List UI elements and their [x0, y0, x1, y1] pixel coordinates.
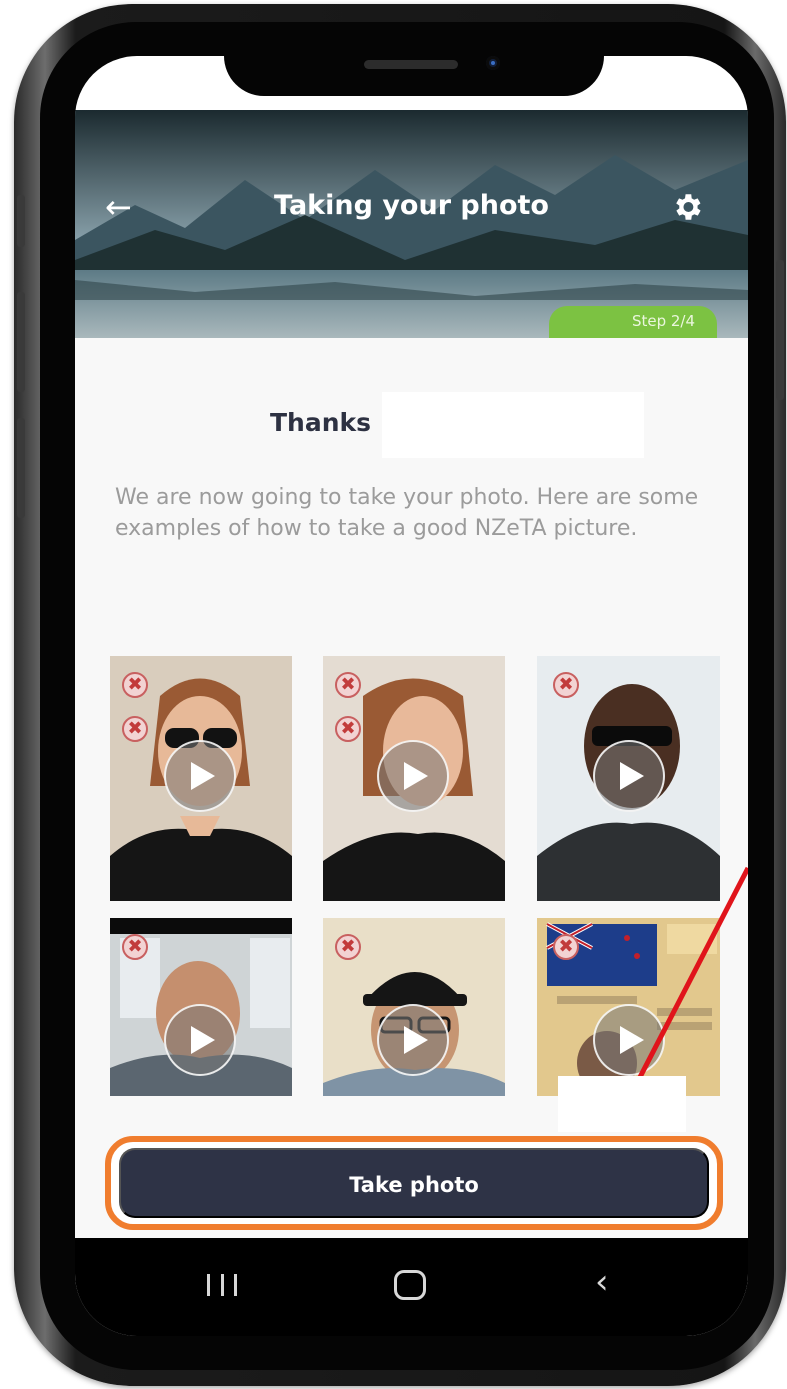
mountain-lake-image [75, 110, 748, 338]
home-icon[interactable] [394, 1270, 426, 1300]
main-content: Thanks We are now going to take your pho… [75, 338, 748, 1238]
step-badge: Step 2/4 [549, 306, 717, 338]
speaker-grille [364, 60, 458, 69]
mute-switch [17, 195, 25, 247]
take-photo-button[interactable]: Take photo [119, 1148, 709, 1218]
power-button [776, 260, 784, 400]
recent-apps-icon[interactable] [207, 1268, 237, 1302]
gear-icon[interactable] [670, 190, 704, 224]
page-title: Taking your photo [274, 190, 549, 221]
front-camera-icon [486, 56, 500, 70]
app-screen: ← Taking your photo Step 2/4 Thanks We a… [75, 56, 748, 1336]
system-nav-bar: ‹ [75, 1238, 748, 1336]
volume-up-button [17, 292, 25, 392]
volume-down-button [17, 418, 25, 518]
redaction-mask [558, 1076, 686, 1132]
notch [224, 56, 604, 96]
chevron-left-icon[interactable]: ‹ [595, 1265, 625, 1300]
header-banner: ← Taking your photo Step 2/4 [75, 110, 748, 338]
